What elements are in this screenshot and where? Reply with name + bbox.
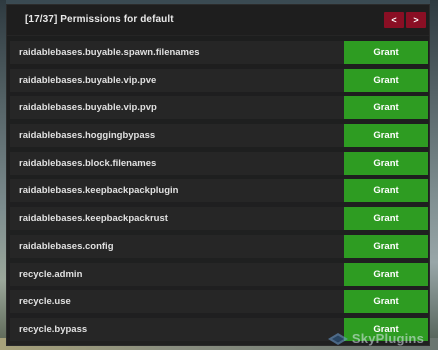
permission-label: raidablebases.block.filenames	[19, 157, 157, 169]
permission-label: recycle.bypass	[19, 323, 88, 335]
grant-button[interactable]: Grant	[344, 68, 428, 92]
permission-label: raidablebases.config	[19, 240, 114, 252]
grant-button[interactable]: Grant	[344, 96, 428, 120]
panel-header: [17/37] Permissions for default < >	[7, 5, 429, 36]
grant-button[interactable]: Grant	[344, 290, 428, 314]
permission-row: raidablebases.keepbackpackrust Grant	[10, 207, 428, 231]
grant-button[interactable]: Grant	[344, 317, 428, 341]
permission-row: raidablebases.buyable.vip.pvp Grant	[10, 96, 428, 120]
panel-title: [17/37] Permissions for default	[25, 14, 174, 25]
permission-row: raidablebases.hoggingbypass Grant	[10, 124, 428, 148]
previous-page-button[interactable]: <	[384, 12, 404, 28]
permission-list: raidablebases.buyable.spawn.filenames Gr…	[10, 41, 428, 346]
permission-label: raidablebases.keepbackpackrust	[19, 213, 168, 225]
permission-label: raidablebases.buyable.vip.pvp	[19, 102, 157, 114]
grant-button[interactable]: Grant	[344, 179, 428, 203]
grant-button[interactable]: Grant	[344, 262, 428, 286]
permission-label: recycle.use	[19, 296, 71, 308]
next-page-button[interactable]: >	[406, 12, 426, 28]
grant-button[interactable]: Grant	[344, 41, 428, 64]
permission-label: raidablebases.buyable.vip.pve	[19, 74, 157, 86]
permission-label: recycle.admin	[19, 268, 83, 280]
grant-button[interactable]: Grant	[344, 124, 428, 148]
permission-row: recycle.use Grant	[10, 290, 428, 314]
permissions-panel: [17/37] Permissions for default < > raid…	[6, 4, 430, 346]
permission-row: raidablebases.keepbackpackplugin Grant	[10, 179, 428, 203]
background-right	[430, 0, 438, 350]
grant-button[interactable]: Grant	[344, 151, 428, 175]
permission-row: recycle.admin Grant	[10, 262, 428, 286]
permission-row: recycle.bypass Grant	[10, 317, 428, 341]
permission-row: raidablebases.block.filenames Grant	[10, 151, 428, 175]
grant-button[interactable]: Grant	[344, 234, 428, 258]
permission-label: raidablebases.hoggingbypass	[19, 130, 156, 142]
permission-row: raidablebases.buyable.spawn.filenames Gr…	[10, 41, 428, 64]
grant-button[interactable]: Grant	[344, 207, 428, 231]
permission-label: raidablebases.buyable.spawn.filenames	[19, 47, 200, 58]
permission-label: raidablebases.keepbackpackplugin	[19, 185, 179, 197]
permission-row: raidablebases.config Grant	[10, 234, 428, 258]
permission-row: raidablebases.buyable.vip.pve Grant	[10, 68, 428, 92]
